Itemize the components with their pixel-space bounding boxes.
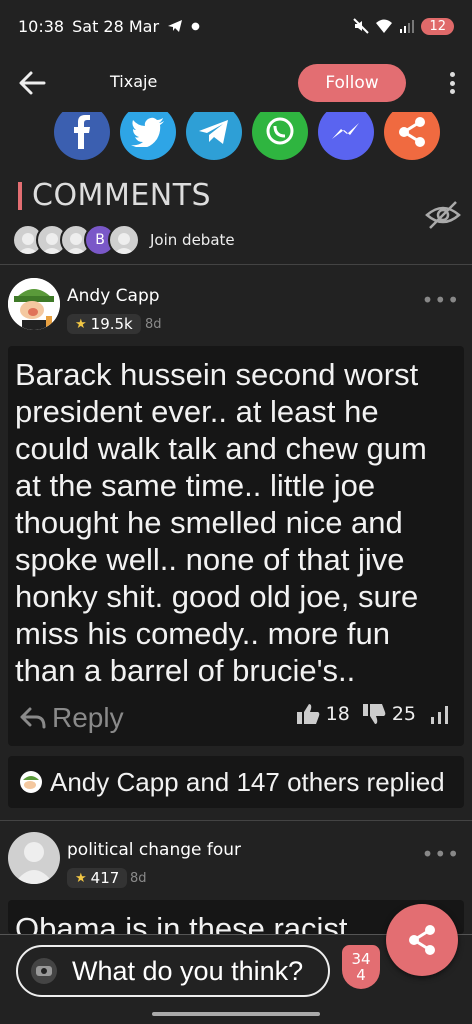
status-bar: 10:38 Sat 28 Mar ● 12: [0, 0, 472, 52]
accent-bar: [18, 181, 22, 210]
comment-input-wrapper[interactable]: [16, 945, 330, 997]
comments-title: COMMENTS: [32, 178, 212, 213]
upvote-count: 18: [325, 703, 350, 725]
notification-dot-icon: ●: [191, 20, 200, 32]
mute-icon: [353, 18, 370, 34]
stats-icon[interactable]: [430, 704, 450, 724]
follow-button[interactable]: Follow: [298, 64, 406, 102]
reputation-badge: ★ 417: [67, 868, 128, 888]
facebook-icon[interactable]: [54, 112, 110, 160]
downvote-count: 25: [391, 703, 416, 725]
comment-count-top: 34: [351, 950, 371, 968]
participant-avatars[interactable]: B Join debate: [12, 224, 235, 256]
comment-count-bottom: 4: [356, 966, 366, 984]
reputation-score: 19.5k: [90, 315, 133, 333]
telegram-icon[interactable]: [186, 112, 242, 160]
wifi-icon: [376, 19, 393, 33]
hide-comments-icon[interactable]: [424, 198, 462, 232]
replies-summary[interactable]: Andy Capp and 147 others replied: [8, 756, 464, 808]
messenger-icon[interactable]: [318, 112, 374, 160]
comment-age: 8d: [130, 871, 147, 886]
reputation-score: 417: [90, 869, 120, 887]
comment-input[interactable]: [72, 955, 322, 987]
avatar[interactable]: [8, 278, 60, 330]
comment-header: Andy Capp ★ 19.5k 8d •••: [8, 278, 464, 342]
join-debate-link[interactable]: Join debate: [150, 231, 235, 249]
star-icon: ★: [75, 316, 87, 332]
comment-more-icon[interactable]: •••: [422, 842, 460, 866]
reply-button[interactable]: Reply: [20, 702, 124, 734]
avatar: [108, 224, 140, 256]
home-indicator[interactable]: [152, 1012, 320, 1016]
signal-icon: [400, 20, 415, 33]
comment-author[interactable]: political change four: [67, 840, 241, 860]
avatar: [20, 771, 42, 793]
comment-body: Barack hussein second worst president ev…: [8, 346, 464, 746]
divider: [0, 264, 472, 265]
comment-author[interactable]: Andy Capp: [67, 286, 160, 306]
comments-heading: COMMENTS: [18, 178, 211, 213]
star-icon: ★: [75, 870, 87, 886]
comment-header: political change four ★ 417 8d •••: [8, 832, 464, 896]
app-bar: Tixaje Follow: [0, 56, 472, 110]
comment-text: Barack hussein second worst president ev…: [15, 357, 427, 688]
thumbs-down-icon[interactable]: [362, 703, 386, 725]
status-time: 10:38: [18, 16, 65, 36]
reputation-badge: ★ 19.5k: [67, 314, 141, 334]
reply-label: Reply: [52, 702, 124, 733]
site-title: Tixaje: [110, 72, 158, 91]
vote-controls: 18 25: [296, 703, 450, 725]
divider: [0, 820, 472, 821]
back-arrow-icon[interactable]: [16, 66, 50, 100]
avatar[interactable]: [8, 832, 60, 884]
comment-more-icon[interactable]: •••: [422, 288, 460, 312]
comment-count-badge[interactable]: 34 4: [342, 945, 380, 989]
reply-icon: [20, 707, 46, 729]
status-date: Sat 28 Mar: [72, 16, 160, 36]
user-avatar-icon: [31, 958, 57, 984]
replies-summary-text: Andy Capp and 147 others replied: [50, 766, 445, 797]
twitter-icon[interactable]: [120, 112, 176, 160]
avatar-letter: B: [95, 232, 105, 248]
more-options-icon[interactable]: [442, 68, 462, 98]
share-icon: [409, 925, 435, 955]
share-icon[interactable]: [384, 112, 440, 160]
thumbs-up-icon[interactable]: [296, 703, 320, 725]
share-bar: [0, 112, 472, 162]
whatsapp-icon[interactable]: [252, 112, 308, 160]
telegram-notification-icon: [168, 20, 183, 32]
share-fab-button[interactable]: [386, 904, 458, 976]
battery-level: 12: [421, 17, 454, 35]
comment-age: 8d: [145, 317, 162, 332]
